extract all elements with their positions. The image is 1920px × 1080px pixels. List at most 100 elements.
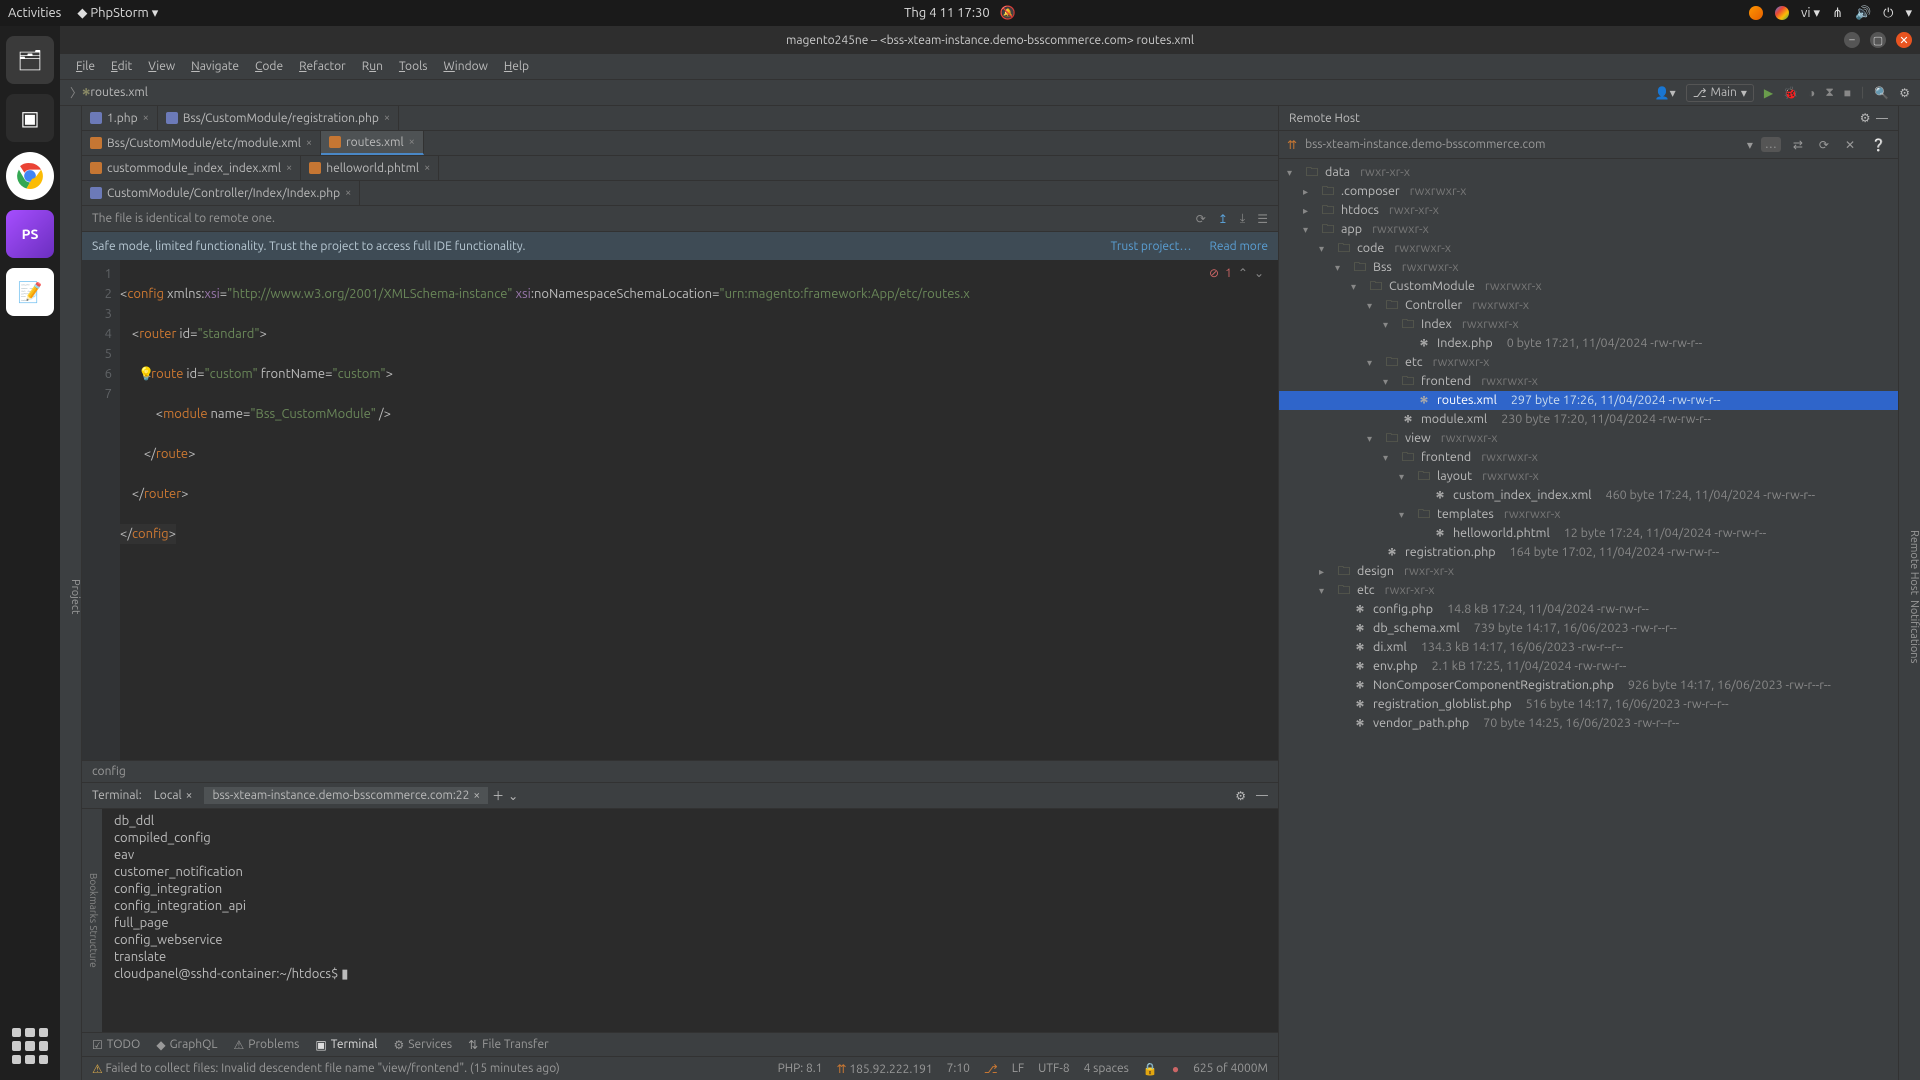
remote-settings-icon[interactable]: ⚙: [1860, 112, 1871, 125]
toolwindow-button[interactable]: ▣ Terminal: [315, 1038, 377, 1052]
menu-view[interactable]: View: [142, 58, 181, 75]
diff-icon[interactable]: ☰: [1257, 212, 1268, 226]
close-tab-icon[interactable]: ×: [384, 112, 390, 124]
settings-icon[interactable]: ⚙: [1899, 86, 1910, 100]
tree-file[interactable]: 🞷routes.xml297 byte 17:26, 11/04/2024 -r…: [1279, 391, 1898, 410]
debug-button-icon[interactable]: 🐞: [1783, 86, 1798, 100]
tree-folder[interactable]: ▾🗀Bssrwxrwxr-x: [1279, 258, 1898, 277]
search-icon[interactable]: 🔍: [1874, 86, 1889, 100]
toolwindow-button[interactable]: ◆ GraphQL: [156, 1038, 217, 1052]
refresh-icon[interactable]: ⟳: [1196, 212, 1206, 226]
editor-tab[interactable]: Bss/CustomModule/registration.php×: [158, 106, 399, 130]
close-tab-icon[interactable]: ×: [345, 187, 351, 199]
breadcrumb-file[interactable]: routes.xml: [90, 86, 147, 99]
tree-folder[interactable]: ▾🗀templatesrwxrwxr-x: [1279, 505, 1898, 524]
tree-file[interactable]: 🞷vendor_path.php70 byte 14:25, 16/06/202…: [1279, 714, 1898, 733]
menu-code[interactable]: Code: [249, 58, 289, 75]
tree-file[interactable]: 🞷Index.php0 byte 17:21, 11/04/2024 -rw-r…: [1279, 334, 1898, 353]
app-menu[interactable]: ◆ PhpStorm ▾: [77, 6, 158, 21]
terminal-add-tab-icon[interactable]: ＋: [492, 787, 504, 804]
coverage-icon[interactable]: ◑: [1808, 86, 1815, 100]
intention-bulb-icon[interactable]: 💡: [138, 364, 154, 384]
tree-folder[interactable]: ▾🗀layoutrwxrwxr-x: [1279, 467, 1898, 486]
tree-file[interactable]: 🞷di.xml134.3 kB 14:17, 16/06/2023 -rw-r-…: [1279, 638, 1898, 657]
remote-file-tree[interactable]: ▾🗀datarwxr-xr-x▸🗀.composerrwxrwxr-x▸🗀htd…: [1279, 159, 1898, 1080]
menu-tools[interactable]: Tools: [393, 58, 434, 75]
remote-hide-icon[interactable]: —: [1876, 112, 1888, 125]
tree-file[interactable]: 🞷helloworld.phtml12 byte 17:24, 11/04/20…: [1279, 524, 1898, 543]
status-error-icon[interactable]: ●: [1172, 1062, 1179, 1076]
close-tab-icon[interactable]: ×: [286, 162, 292, 174]
tree-folder[interactable]: ▾🗀Controllerrwxrwxr-x: [1279, 296, 1898, 315]
code-content[interactable]: <config xmlns:xsi="http://www.w3.org/200…: [120, 260, 1278, 760]
status-caret-pos[interactable]: 7:10: [947, 1062, 970, 1075]
tree-folder[interactable]: ▾🗀coderwxrwxr-x: [1279, 239, 1898, 258]
status-git-icon[interactable]: ⎇: [984, 1062, 998, 1076]
editor-tab[interactable]: custommodule_index_index.xml×: [82, 156, 301, 180]
volume-icon[interactable]: 🔊: [1855, 6, 1871, 21]
tree-folder[interactable]: ▾🗀frontendrwxrwxr-x: [1279, 372, 1898, 391]
system-menu-icon[interactable]: ▾: [1905, 6, 1912, 21]
tree-file[interactable]: 🞷NonComposerComponentRegistration.php926…: [1279, 676, 1898, 695]
toolwindow-button[interactable]: ⚠ Problems: [234, 1038, 300, 1052]
tree-file[interactable]: 🞷registration_globlist.php516 byte 14:17…: [1279, 695, 1898, 714]
menu-help[interactable]: Help: [498, 58, 535, 75]
terminal-tab-local[interactable]: Local ×: [146, 787, 201, 804]
toolwindow-button[interactable]: ⚙ Services: [393, 1038, 452, 1052]
menu-navigate[interactable]: Navigate: [185, 58, 245, 75]
network-icon[interactable]: ⋔: [1832, 6, 1843, 21]
tree-folder[interactable]: ▾🗀datarwxr-xr-x: [1279, 163, 1898, 182]
status-indent[interactable]: 4 spaces: [1084, 1062, 1129, 1075]
read-more-link[interactable]: Read more: [1209, 240, 1268, 253]
project-toolwindow-button[interactable]: Project: [60, 106, 82, 1080]
terminal-tab-ssh[interactable]: bss-xteam-instance.demo-bsscommerce.com:…: [204, 787, 488, 804]
dock-files-icon[interactable]: 🗂: [6, 36, 54, 84]
editor-tab[interactable]: CustomModule/Controller/Index/Index.php×: [82, 181, 360, 205]
remote-help-icon[interactable]: ❔: [1867, 136, 1890, 154]
run-button-icon[interactable]: ▶: [1764, 86, 1773, 100]
right-toolwindow-bar[interactable]: Remote Host Notifications: [1898, 106, 1920, 1080]
tray-chrome-icon[interactable]: [1775, 6, 1789, 20]
status-deploy[interactable]: ⇈ 185.92.222.191: [837, 1062, 933, 1076]
close-button[interactable]: ✕: [1896, 32, 1912, 48]
menu-refactor[interactable]: Refactor: [293, 58, 352, 75]
editor-tab[interactable]: routes.xml×: [321, 131, 424, 155]
add-user-icon[interactable]: 👤▾: [1655, 86, 1676, 100]
tree-file[interactable]: 🞷config.php14.8 kB 17:24, 11/04/2024 -rw…: [1279, 600, 1898, 619]
close-tab-icon[interactable]: ×: [306, 137, 312, 149]
status-memory[interactable]: 625 of 4000M: [1193, 1062, 1268, 1075]
structure-breadcrumb[interactable]: config: [82, 760, 1278, 782]
dock-phpstorm-icon[interactable]: PS: [6, 210, 54, 258]
bookmarks-toolwindow-button[interactable]: Bookmarks Structure: [82, 809, 102, 1032]
input-lang[interactable]: vi ▾: [1801, 6, 1820, 21]
code-editor[interactable]: 1234567 <config xmlns:xsi="http://www.w3…: [82, 260, 1278, 760]
tree-folder[interactable]: ▾🗀etcrwxr-xr-x: [1279, 581, 1898, 600]
menu-window[interactable]: Window: [437, 58, 493, 75]
status-encoding[interactable]: UTF-8: [1038, 1062, 1069, 1075]
tree-file[interactable]: 🞷custom_index_index.xml460 byte 17:24, 1…: [1279, 486, 1898, 505]
stop-icon[interactable]: ■: [1844, 86, 1851, 100]
remote-filter-icon[interactable]: ⇄: [1789, 136, 1807, 154]
tree-folder[interactable]: ▾🗀viewrwxrwxr-x: [1279, 429, 1898, 448]
profiler-icon[interactable]: ⧗: [1825, 86, 1833, 100]
tree-folder[interactable]: ▸🗀designrwxr-xr-x: [1279, 562, 1898, 581]
menu-run[interactable]: Run: [356, 58, 389, 75]
menu-file[interactable]: File: [70, 58, 101, 75]
dock-apps-icon[interactable]: [6, 1022, 54, 1070]
tree-folder[interactable]: ▾🗀Indexrwxrwxr-x: [1279, 315, 1898, 334]
clock[interactable]: Thg 4 11 17:30: [904, 6, 990, 20]
toolwindow-button[interactable]: ⇅ File Transfer: [468, 1038, 549, 1052]
status-warn-icon[interactable]: ⚠: [92, 1062, 103, 1076]
remote-dropdown-icon[interactable]: ▾: [1747, 138, 1753, 152]
remote-host-selector[interactable]: bss-xteam-instance.demo-bsscommerce.com: [1305, 138, 1739, 151]
tree-folder[interactable]: ▾🗀frontendrwxrwxr-x: [1279, 448, 1898, 467]
editor-tab[interactable]: helloworld.phtml×: [301, 156, 439, 180]
remote-more-icon[interactable]: …: [1761, 137, 1781, 152]
toolwindow-button[interactable]: ☑ TODO: [92, 1038, 140, 1052]
power-icon[interactable]: ⏻: [1883, 6, 1893, 21]
tree-folder[interactable]: ▸🗀.composerrwxrwxr-x: [1279, 182, 1898, 201]
tree-folder[interactable]: ▸🗀htdocsrwxr-xr-x: [1279, 201, 1898, 220]
dock-texteditor-icon[interactable]: 📝: [6, 268, 54, 316]
close-tab-icon[interactable]: ×: [143, 112, 149, 124]
terminal-tab-menu-icon[interactable]: ⌄: [508, 789, 518, 803]
